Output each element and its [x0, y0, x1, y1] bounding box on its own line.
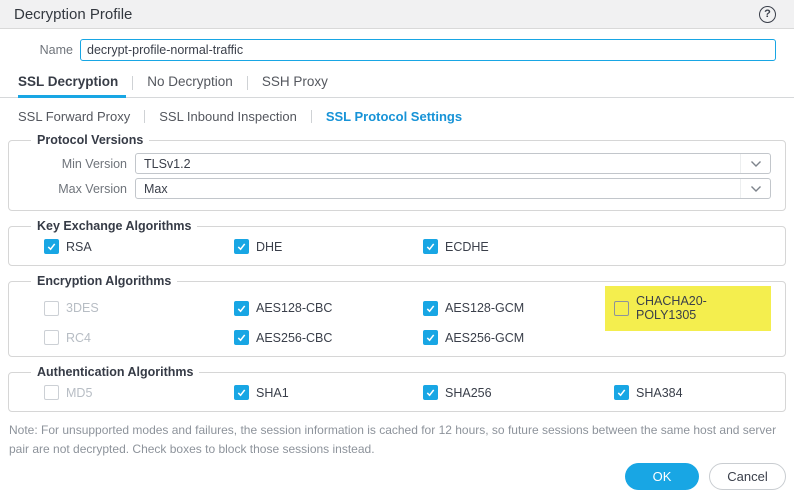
checkbox-checked-icon — [423, 301, 438, 316]
checkbox-md5: MD5 — [44, 385, 234, 400]
tab-ssh-proxy[interactable]: SSH Proxy — [248, 74, 342, 97]
tab-ssl-decryption[interactable]: SSL Decryption — [18, 74, 132, 97]
min-version-label: Min Version — [23, 157, 135, 171]
checkbox-checked-icon — [234, 239, 249, 254]
checkbox-ecdhe[interactable]: ECDHE — [423, 239, 614, 254]
key-exchange-legend: Key Exchange Algorithms — [31, 219, 197, 233]
min-version-row: Min Version TLSv1.2 — [23, 153, 771, 174]
authentication-legend: Authentication Algorithms — [31, 365, 199, 379]
checkbox-aes128-cbc[interactable]: AES128-CBC — [234, 294, 423, 322]
checkbox-checked-icon — [44, 239, 59, 254]
cancel-button[interactable]: Cancel — [709, 463, 786, 490]
checkbox-unchecked-icon — [44, 385, 59, 400]
checkbox-checked-icon — [234, 385, 249, 400]
checkbox-checked-icon — [234, 301, 249, 316]
encryption-group: Encryption Algorithms 3DES AES128-CBC AE… — [8, 274, 786, 357]
max-version-row: Max Version Max — [23, 178, 771, 199]
encryption-legend: Encryption Algorithms — [31, 274, 177, 288]
max-version-value: Max — [144, 182, 168, 196]
checkbox-sha384[interactable]: SHA384 — [614, 385, 771, 400]
checkbox-aes128-gcm[interactable]: AES128-GCM — [423, 294, 614, 322]
checkbox-checked-icon — [423, 330, 438, 345]
subtab-bar: SSL Forward Proxy SSL Inbound Inspection… — [18, 107, 794, 125]
checkbox-unchecked-icon — [44, 301, 59, 316]
key-exchange-group: Key Exchange Algorithms RSA DHE ECDHE — [8, 219, 786, 266]
subtab-ssl-inbound-inspection[interactable]: SSL Inbound Inspection — [145, 109, 311, 124]
authentication-grid: MD5 SHA1 SHA256 SHA384 — [23, 385, 771, 400]
tab-no-decryption[interactable]: No Decryption — [133, 74, 247, 97]
checkbox-chacha20-poly1305[interactable]: CHACHA20-POLY1305 — [605, 286, 771, 331]
checkbox-checked-icon — [423, 239, 438, 254]
checkbox-checked-icon — [614, 385, 629, 400]
checkbox-checked-icon — [423, 385, 438, 400]
dialog-titlebar: Decryption Profile ? — [0, 0, 794, 29]
subtab-ssl-protocol-settings[interactable]: SSL Protocol Settings — [312, 109, 476, 124]
min-version-select[interactable]: TLSv1.2 — [135, 153, 771, 174]
encryption-grid: 3DES AES128-CBC AES128-GCM CHACHA20-POLY… — [23, 294, 771, 345]
checkbox-checked-icon — [234, 330, 249, 345]
chevron-down-icon — [740, 179, 770, 198]
checkbox-unchecked-icon — [44, 330, 59, 345]
subtab-ssl-forward-proxy[interactable]: SSL Forward Proxy — [18, 109, 144, 124]
name-label: Name — [0, 43, 80, 57]
key-exchange-grid: RSA DHE ECDHE — [23, 239, 771, 254]
ok-button[interactable]: OK — [625, 463, 699, 490]
checkbox-rsa[interactable]: RSA — [44, 239, 234, 254]
help-icon[interactable]: ? — [759, 6, 776, 23]
checkbox-aes256-cbc[interactable]: AES256-CBC — [234, 330, 423, 345]
name-row: Name — [0, 39, 776, 61]
footnote-text: Note: For unsupported modes and failures… — [9, 421, 780, 458]
name-input[interactable] — [80, 39, 776, 61]
dialog-footer: OK Cancel — [625, 463, 786, 490]
checkbox-unchecked-icon — [614, 301, 629, 316]
max-version-label: Max Version — [23, 182, 135, 196]
checkbox-3des: 3DES — [44, 294, 234, 322]
page-title: Decryption Profile — [14, 6, 132, 23]
checkbox-rc4: RC4 — [44, 330, 234, 345]
protocol-versions-legend: Protocol Versions — [31, 133, 149, 147]
min-version-value: TLSv1.2 — [144, 157, 191, 171]
tab-bar: SSL Decryption No Decryption SSH Proxy — [0, 72, 794, 98]
checkbox-sha256[interactable]: SHA256 — [423, 385, 614, 400]
checkbox-aes256-gcm[interactable]: AES256-GCM — [423, 330, 614, 345]
chevron-down-icon — [740, 154, 770, 173]
max-version-select[interactable]: Max — [135, 178, 771, 199]
authentication-group: Authentication Algorithms MD5 SHA1 SHA25… — [8, 365, 786, 412]
checkbox-sha1[interactable]: SHA1 — [234, 385, 423, 400]
protocol-versions-group: Protocol Versions Min Version TLSv1.2 Ma… — [8, 133, 786, 211]
checkbox-dhe[interactable]: DHE — [234, 239, 423, 254]
